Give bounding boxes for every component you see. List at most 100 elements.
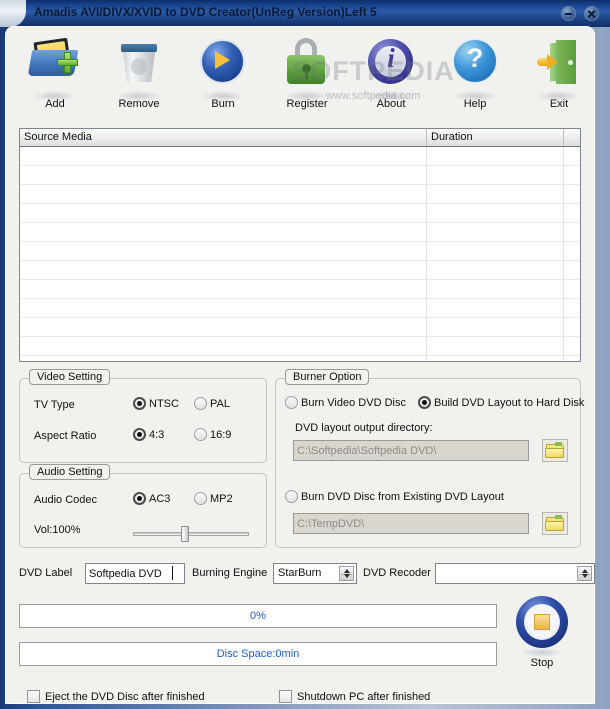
table-row[interactable] xyxy=(20,337,580,356)
radio-aspect-4-3[interactable]: 4:3 xyxy=(133,428,164,441)
spinner-arrows-icon[interactable] xyxy=(339,566,354,581)
table-row[interactable] xyxy=(20,147,580,166)
radio-label: 16:9 xyxy=(210,428,232,441)
radio-indicator xyxy=(133,397,146,410)
client-area: Add Remove Burn Register i About ? Help … xyxy=(5,26,595,704)
toolbar-button-about[interactable]: i About xyxy=(349,31,433,123)
radio-indicator xyxy=(418,396,431,409)
titlebar-left-cap xyxy=(0,0,26,27)
checkbox-indicator xyxy=(27,690,40,703)
browse-existing-layout-button[interactable] xyxy=(542,512,568,535)
folder-browse-icon xyxy=(555,515,562,519)
radio-indicator xyxy=(194,428,207,441)
add-folder-film-icon xyxy=(26,34,84,101)
radio-label: NTSC xyxy=(149,397,179,410)
burning-engine-select[interactable]: StarBurn xyxy=(273,563,357,584)
radio-indicator xyxy=(194,492,207,505)
checkbox-shutdown-after-finished[interactable]: Shutdown PC after finished xyxy=(279,690,430,703)
audio-codec-label: Audio Codec xyxy=(34,494,97,506)
list-body[interactable] xyxy=(20,147,580,361)
stop-button-label: Stop xyxy=(530,657,554,669)
existing-dvd-layout-input[interactable] xyxy=(293,513,529,534)
radio-aspect-16-9[interactable]: 16:9 xyxy=(194,428,231,441)
checkbox-label: Shutdown PC after finished xyxy=(297,690,431,703)
table-row[interactable] xyxy=(20,242,580,261)
slider-thumb[interactable] xyxy=(181,526,190,542)
radio-label: Burn Video DVD Disc xyxy=(301,396,406,409)
radio-label: Build DVD Layout to Hard Disk xyxy=(434,396,585,409)
toolbar-button-exit[interactable]: Exit xyxy=(517,31,595,123)
question-mark-icon: ? xyxy=(446,34,504,101)
radio-tv-type-pal[interactable]: PAL xyxy=(194,397,230,410)
padlock-icon xyxy=(278,34,336,101)
radio-burn-video-dvd-disc[interactable]: Burn Video DVD Disc xyxy=(285,396,406,409)
radio-build-dvd-layout-to-hard-disk[interactable]: Build DVD Layout to Hard Disk xyxy=(418,396,584,409)
table-row[interactable] xyxy=(20,318,580,337)
dvd-label-label: DVD Label xyxy=(19,567,73,579)
radio-codec-ac3[interactable]: AC3 xyxy=(133,492,170,505)
table-row[interactable] xyxy=(20,299,580,318)
window-title: Amadis AVI/DIVX/XVID to DVD Creator(UnRe… xyxy=(34,5,377,19)
radio-label: Burn DVD Disc from Existing DVD Layout xyxy=(301,490,504,503)
table-row[interactable] xyxy=(20,166,580,185)
toolbar-button-register[interactable]: Register xyxy=(265,31,349,123)
table-row[interactable] xyxy=(20,223,580,242)
radio-burn-dvd-from-existing-layout[interactable]: Burn DVD Disc from Existing DVD Layout xyxy=(285,490,504,503)
radio-indicator xyxy=(133,492,146,505)
radio-codec-mp2[interactable]: MP2 xyxy=(194,492,233,505)
tv-type-label: TV Type xyxy=(34,399,75,411)
audio-setting-legend: Audio Setting xyxy=(29,464,111,480)
column-header-source-media[interactable]: Source Media xyxy=(20,129,427,146)
checkbox-indicator xyxy=(279,690,292,703)
burner-option-legend: Burner Option xyxy=(285,369,370,385)
column-separator-1 xyxy=(426,147,427,361)
radio-label: MP2 xyxy=(210,492,233,505)
stop-button[interactable]: Stop xyxy=(502,596,582,674)
dvd-label-input[interactable] xyxy=(85,563,185,584)
volume-label: Vol:100% xyxy=(34,524,81,536)
slider-track xyxy=(133,532,249,536)
exit-door-icon xyxy=(530,34,588,101)
table-row[interactable] xyxy=(20,204,580,223)
close-button[interactable] xyxy=(584,6,599,21)
burning-engine-value: StarBurn xyxy=(278,567,322,579)
column-header-duration[interactable]: Duration xyxy=(427,129,564,146)
table-row[interactable] xyxy=(20,280,580,299)
radio-indicator xyxy=(285,396,298,409)
disc-space-bar: Disc Space:0min xyxy=(19,642,497,666)
minimize-button[interactable] xyxy=(561,6,576,21)
video-setting-legend: Video Setting xyxy=(29,369,111,385)
source-media-list[interactable]: Source Media Duration xyxy=(19,128,581,362)
radio-indicator xyxy=(285,490,298,503)
radio-label: PAL xyxy=(210,397,230,410)
spinner-arrows-icon[interactable] xyxy=(577,566,592,581)
dvd-recorder-select[interactable] xyxy=(435,563,595,584)
table-row[interactable] xyxy=(20,261,580,280)
column-header-extra[interactable] xyxy=(564,129,580,146)
dvd-recorder-label: DVD Recoder xyxy=(363,567,431,579)
toolbar-button-add[interactable]: Add xyxy=(13,31,97,123)
volume-slider[interactable] xyxy=(133,526,249,542)
radio-indicator xyxy=(133,428,146,441)
browse-output-directory-button[interactable] xyxy=(542,439,568,462)
burning-engine-label: Burning Engine xyxy=(192,567,268,579)
toolbar-button-burn[interactable]: Burn xyxy=(181,31,265,123)
stop-square-icon xyxy=(516,596,568,657)
radio-label: AC3 xyxy=(149,492,171,505)
list-header-row: Source Media Duration xyxy=(20,129,580,147)
table-row[interactable] xyxy=(20,185,580,204)
text-caret xyxy=(172,566,173,580)
toolbar: Add Remove Burn Register i About ? Help … xyxy=(5,26,595,122)
toolbar-button-remove[interactable]: Remove xyxy=(97,31,181,123)
checkbox-eject-after-finished[interactable]: Eject the DVD Disc after finished xyxy=(27,690,205,703)
info-icon: i xyxy=(362,34,420,101)
dvd-layout-output-directory-input[interactable] xyxy=(293,440,529,461)
folder-browse-icon xyxy=(555,442,562,446)
toolbar-button-help[interactable]: ? Help xyxy=(433,31,517,123)
video-setting-group: Video Setting TV Type NTSC PAL Aspect Ra… xyxy=(19,369,267,463)
trash-bin-icon xyxy=(110,34,168,101)
application-window: Amadis AVI/DIVX/XVID to DVD Creator(UnRe… xyxy=(0,0,610,709)
aspect-ratio-label: Aspect Ratio xyxy=(34,430,97,442)
radio-tv-type-ntsc[interactable]: NTSC xyxy=(133,397,179,410)
column-separator-2 xyxy=(563,147,564,361)
